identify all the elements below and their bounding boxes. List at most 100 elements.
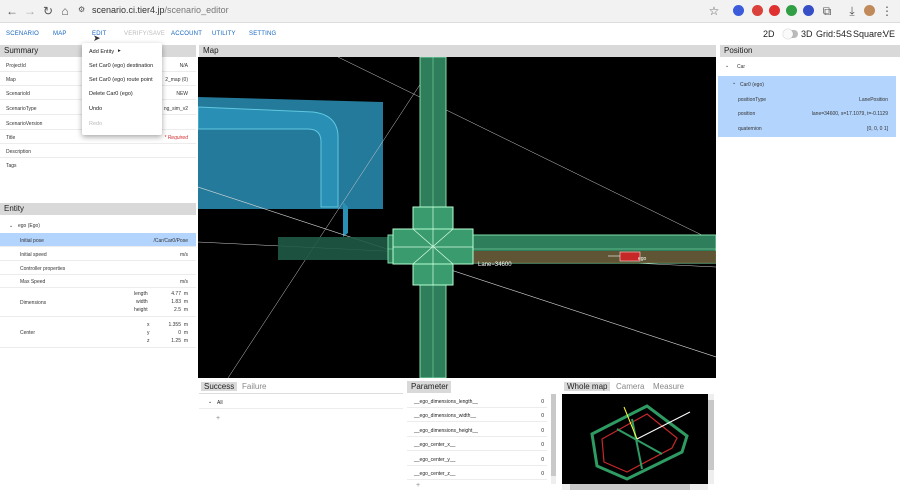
chevron-down-icon[interactable]: ⌄ [9,223,13,229]
nav-account[interactable]: ACCOUNT [171,31,202,37]
translate-extension-icon[interactable] [733,5,744,16]
grid-value: 54S [836,29,853,39]
chevron-down-icon[interactable]: ⌄ [732,80,736,86]
minimap-h-scrollbar[interactable] [562,484,708,490]
extension-red-icon[interactable] [752,5,763,16]
tab-camera[interactable]: Camera [616,382,644,391]
menu-set-route-point[interactable]: Set Car0 (ego) route point [89,77,153,83]
extension-record-icon[interactable] [769,5,780,16]
square-value: VE [883,29,896,39]
entity-title: Entity [4,204,25,213]
site-settings-icon[interactable]: ⚙ [78,5,85,14]
row-key: Controller properties [20,266,66,272]
conditions-tabs: Success Failure [199,380,403,394]
row-key: Center [20,330,36,336]
reload-icon[interactable]: ↻ [41,4,55,18]
minimap-canvas[interactable] [562,394,708,484]
add-parameter-button[interactable]: + [416,482,420,489]
parameter-row[interactable]: __ego_dimensions_width__ 0 [407,408,547,422]
menu-set-destination[interactable]: Set Car0 (ego) destination [89,63,153,69]
dim-width-unit: m [183,299,188,305]
scrollbar-thumb[interactable] [570,484,690,490]
param-value: 0 [541,413,544,419]
entity-row-initial-pose[interactable]: Initial pose /Car/Car0/Pose [0,233,196,247]
entity-row-initial-speed[interactable]: Initial speed m/s [0,247,196,261]
menu-undo[interactable]: Undo [89,106,102,112]
dim-length-unit: m [183,291,188,297]
scrollbar-thumb[interactable] [708,400,714,470]
nav-utility[interactable]: UTILITY [212,31,236,37]
tab-success[interactable]: Success [201,382,238,391]
add-condition-button[interactable]: + [216,415,220,422]
position-type-key: positionType [738,97,767,103]
position-header: Position [720,45,900,57]
chevron-down-icon[interactable]: ⌄ [208,399,212,405]
download-icon[interactable]: ⤓ [845,4,859,18]
minimap-viewport[interactable] [562,394,708,484]
scrollbar-thumb[interactable] [551,394,556,476]
row-value: NEW [176,91,188,97]
view-3d-label[interactable]: 3D [801,29,813,39]
nav-verify-save[interactable]: VERIFY/SAVE [124,31,165,37]
chevron-down-icon[interactable]: ⌄ [725,63,729,69]
extension-shield-icon[interactable] [803,5,814,16]
entity-row-controller[interactable]: Controller properties [0,261,196,275]
menu-redo[interactable]: Redo [89,121,102,127]
position-tree-car[interactable]: ⌄ Car [718,60,896,74]
home-icon[interactable]: ⌂ [58,4,72,18]
param-key: __ego_dimensions_height__ [414,428,478,434]
parameter-row[interactable]: __ego_center_x__ 0 [407,437,547,451]
dim-width-value: 1.83 [171,299,181,305]
parameter-row[interactable]: __ego_dimensions_length__ 0 [407,394,547,408]
menu-delete-car[interactable]: Delete Car0 (ego) [89,91,133,97]
tab-whole-map[interactable]: Whole map [564,382,611,391]
view-2d-3d-toggle[interactable] [783,29,798,39]
entity-header: Entity [0,203,196,215]
back-icon[interactable]: ← [5,4,19,18]
ego-label: ego [638,256,647,262]
forward-icon[interactable]: → [23,4,37,18]
square-label: Square: [853,29,885,39]
entity-row-center[interactable]: Center x 1.355 m y 0 m z 1.25 m [0,318,196,348]
parameter-row[interactable]: __ego_center_y__ 0 [407,452,547,466]
extension-green-icon[interactable] [786,5,797,16]
nav-scenario[interactable]: SCENARIO [6,31,39,37]
tab-failure[interactable]: Failure [242,382,266,391]
summary-row-tags[interactable]: Tags [0,158,196,172]
profile-avatar-icon[interactable] [864,5,875,16]
tab-measure[interactable]: Measure [653,382,684,391]
map-canvas[interactable] [198,57,716,378]
position-type-value: LanePosition [859,97,888,103]
bookmark-star-icon[interactable]: ☆ [707,4,721,18]
browser-menu-icon[interactable]: ⋮ [880,4,894,18]
entity-row-max-speed[interactable]: Max Speed m/s [0,274,196,288]
entity-tree-root[interactable]: ⌄ ego (Ego) [0,218,196,232]
url-path: /scenario_editor [164,5,229,15]
condition-all-label: All [217,400,223,406]
parameter-scrollbar[interactable] [551,394,556,484]
minimap-v-scrollbar[interactable] [708,394,714,484]
extensions-puzzle-icon[interactable]: ⧉ [820,4,834,18]
parameter-row[interactable]: __ego_center_z__ 0 [407,466,547,480]
center-z-value: 1.25 [171,338,181,344]
parameter-row[interactable]: __ego_dimensions_height__ 0 [407,423,547,437]
menu-add-entity[interactable]: Add Entity [89,49,114,55]
summary-row-description[interactable]: Description [0,144,196,158]
browser-toolbar: ← → ↻ ⌂ ⚙ scenario.ci.tier4.jp/scenario_… [0,0,900,23]
row-key: Tags [6,163,17,169]
nav-setting[interactable]: SETTING [249,31,276,37]
ego-vehicle [619,251,641,262]
entity-row-dimensions[interactable]: Dimensions length 4.77 m width 1.83 m he… [0,288,196,317]
position-selected-block[interactable]: ⌄ Car0 (ego) positionType LanePosition p… [718,76,896,137]
dim-height-value: 2.5 [174,307,181,313]
map-header: Map [199,45,716,57]
address-bar[interactable]: ⚙ scenario.ci.tier4.jp/scenario_editor [72,3,722,20]
row-unit: m/s [179,252,188,258]
condition-all-row[interactable]: ⌄ All [199,395,403,409]
nav-map[interactable]: MAP [53,31,67,37]
view-2d-label[interactable]: 2D [763,29,775,39]
quaternion-key: quaternion [738,126,762,132]
grid-line [198,186,716,358]
map-viewport[interactable]: Lane=34600 ego [198,57,716,378]
center-y-unit: m [183,330,188,336]
